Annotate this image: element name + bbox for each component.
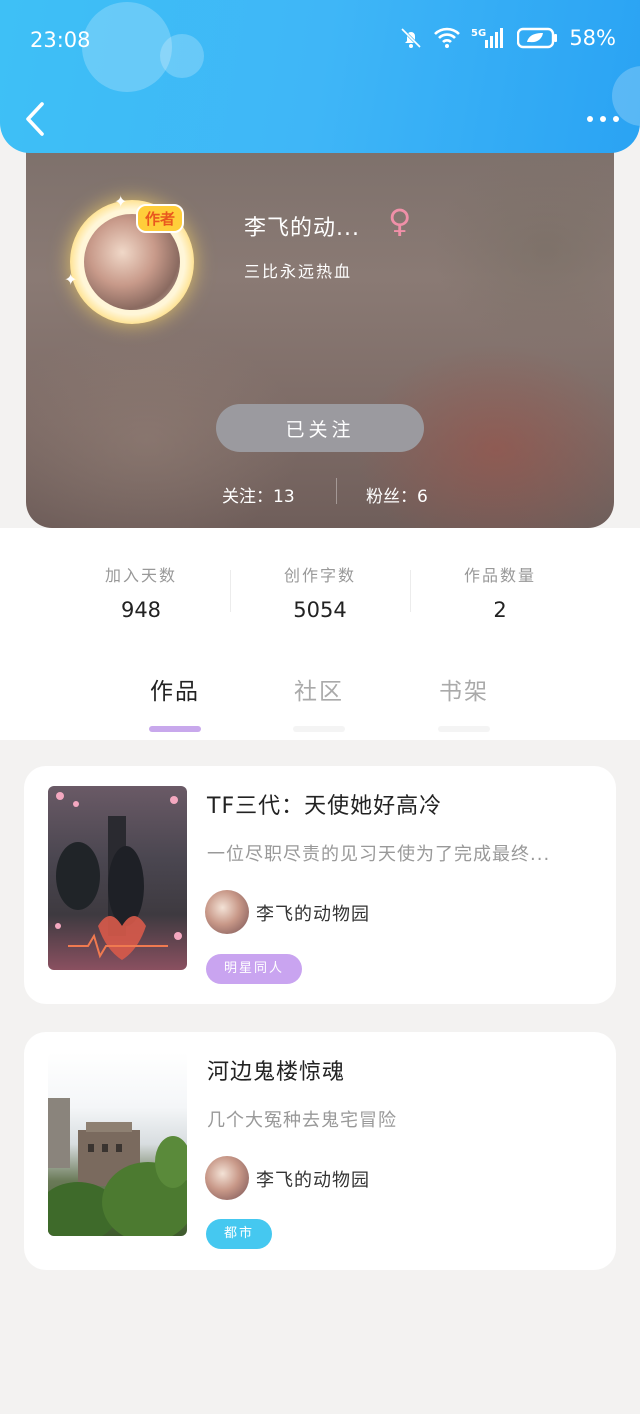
profile-tabs: 作品 社区 书架 — [0, 660, 640, 740]
tab-works[interactable]: 作品 — [125, 672, 225, 732]
cover-art — [55, 792, 182, 960]
genre-tag[interactable]: 明星同人 — [206, 954, 303, 984]
stat-value: 2 — [493, 598, 507, 622]
stat-label: 作品数量 — [463, 566, 536, 585]
more-horizontal-icon — [587, 116, 619, 122]
profile-signature: 三比永远热血 — [244, 262, 353, 281]
book-cover[interactable] — [48, 786, 187, 970]
status-bar: 23:08 5G 58% — [0, 0, 640, 80]
stat-value: 948 — [120, 598, 162, 622]
battery-icon — [517, 27, 558, 49]
tab-label: 社区 — [294, 679, 344, 705]
female-icon: ♀ — [388, 202, 412, 240]
status-time: 23:08 — [30, 28, 91, 52]
divider — [336, 478, 337, 504]
profile-banner: 作者 ✦ ✦ 李飞的动... ♀ 三比永远热血 已关注 关注：13 粉丝：6 — [26, 110, 614, 528]
fans-count[interactable]: 粉丝：6 — [366, 482, 428, 507]
book-title[interactable]: 河边鬼楼惊魂 — [207, 1054, 345, 1086]
stat-label: 加入天数 — [104, 566, 177, 585]
tab-label: 作品 — [150, 679, 200, 705]
following-count[interactable]: 关注：13 — [222, 482, 295, 507]
stat-value: 5054 — [293, 598, 347, 622]
back-button[interactable] — [20, 100, 54, 138]
stat-works-count: 作品数量 2 — [410, 562, 590, 622]
tab-indicator — [438, 726, 490, 732]
wifi-icon — [434, 27, 461, 48]
book-description: 几个大冤种去鬼宅冒险 — [207, 1110, 397, 1131]
author-badge: 作者 — [136, 204, 185, 233]
tab-active-indicator — [149, 726, 201, 732]
author-avatar — [205, 890, 249, 934]
genre-tag[interactable]: 都市 — [206, 1219, 273, 1249]
chevron-left-icon — [26, 102, 44, 136]
more-button[interactable] — [584, 108, 622, 130]
tab-bookshelf[interactable]: 书架 — [414, 672, 514, 732]
book-card[interactable]: TF三代：天使她好高冷 一位尽职尽责的见习天使为了完成最终... 李飞的动物园 … — [24, 766, 616, 1004]
tab-indicator — [293, 726, 345, 732]
profile-nickname: 李飞的动... — [244, 216, 360, 241]
author-avatar[interactable]: 作者 ✦ ✦ — [64, 192, 194, 324]
bell-off-icon — [401, 27, 422, 49]
sparkle-icon: ✦ — [64, 270, 78, 289]
stat-join-days: 加入天数 948 — [51, 562, 231, 622]
cellular-signal-icon: 5G — [471, 28, 504, 48]
follow-button[interactable]: 已关注 — [216, 404, 424, 452]
sparkle-icon: ✦ — [114, 192, 128, 211]
book-description: 一位尽职尽责的见习天使为了完成最终... — [207, 844, 551, 865]
app-header: 23:08 5G 58% — [0, 0, 640, 153]
tab-community[interactable]: 社区 — [269, 672, 369, 732]
cover-art — [48, 1098, 187, 1236]
stat-label: 创作字数 — [283, 566, 356, 585]
svg-text:5G: 5G — [471, 28, 486, 39]
book-cover[interactable] — [48, 1052, 187, 1236]
book-title[interactable]: TF三代：天使她好高冷 — [207, 788, 442, 820]
stat-word-count: 创作字数 5054 — [230, 562, 410, 622]
follow-stats: 关注：13 粉丝：6 — [26, 478, 614, 508]
battery-percent: 58% — [569, 26, 616, 50]
tab-label: 书架 — [439, 679, 489, 705]
book-author[interactable]: 李飞的动物园 — [256, 1166, 370, 1192]
book-author[interactable]: 李飞的动物园 — [256, 900, 370, 926]
stats-card: 加入天数 948 创作字数 5054 作品数量 2 — [51, 528, 589, 650]
author-avatar — [205, 1156, 249, 1200]
book-card[interactable]: 河边鬼楼惊魂 几个大冤种去鬼宅冒险 李飞的动物园 都市 — [24, 1032, 616, 1270]
